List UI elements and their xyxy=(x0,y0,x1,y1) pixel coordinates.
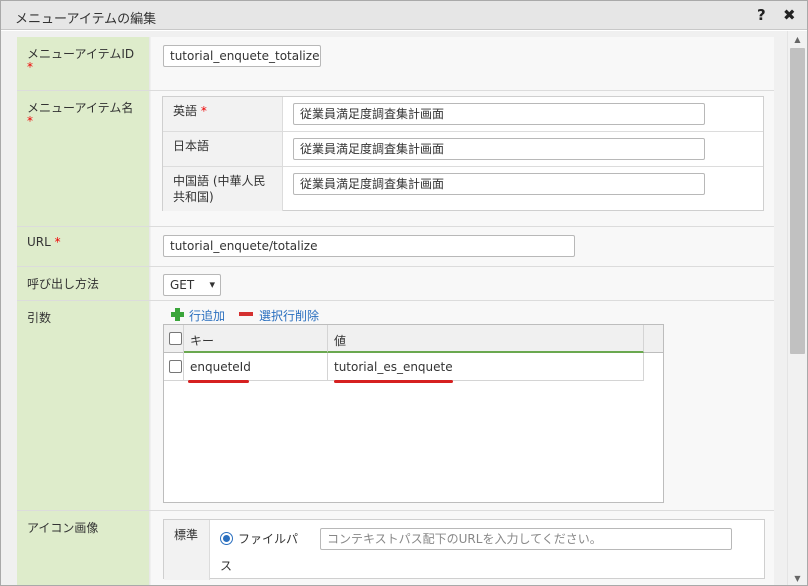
lang-label-chinese: 中国語 (中華人民 xyxy=(173,174,266,188)
row-checkbox[interactable] xyxy=(169,360,182,373)
method-select[interactable]: GET ▾ xyxy=(163,274,221,296)
file-path-radio[interactable] xyxy=(220,532,233,545)
chevron-down-icon: ▾ xyxy=(209,278,215,291)
delete-selected-rows-button[interactable]: 選択行削除 xyxy=(239,307,319,324)
dialog-content: メニューアイテムID * tutorial_enquete_totalize メ… xyxy=(1,31,787,585)
column-header-value[interactable]: 値 xyxy=(328,325,644,353)
lang-label-chinese-cont: 共和国) xyxy=(173,190,214,204)
lang-label-english: 英語 xyxy=(173,104,198,118)
dialog-scrollbar[interactable]: ▲ ▼ xyxy=(787,31,807,585)
icon-image-label: アイコン画像 xyxy=(17,511,150,585)
column-header-key[interactable]: キー xyxy=(184,325,328,353)
plus-icon xyxy=(171,308,184,321)
value-highlight-underline xyxy=(334,380,453,383)
required-mark: * xyxy=(200,104,207,118)
url-label: URL * xyxy=(17,227,150,266)
icon-path-input[interactable]: コンテキストパス配下のURLを入力してください。 xyxy=(320,528,732,550)
row-arguments: 引数 行追加 選択行削除 キー 値 enqueteId tutorial_es_… xyxy=(17,301,774,511)
item-id-input[interactable]: tutorial_enquete_totalize xyxy=(163,45,321,67)
url-input[interactable]: tutorial_enquete/totalize xyxy=(163,235,575,257)
required-mark: * xyxy=(27,114,33,128)
select-all-checkbox[interactable] xyxy=(169,332,182,345)
delete-rows-label: 選択行削除 xyxy=(259,309,320,323)
method-select-value: GET xyxy=(170,278,195,292)
name-input-english[interactable]: 従業員満足度調査集計画面 xyxy=(293,103,705,125)
file-path-option-label: ファイルパ xyxy=(238,532,299,546)
lang-row-chinese: 中国語 (中華人民 共和国) 従業員満足度調査集計画面 xyxy=(163,167,763,211)
dialog-titlebar[interactable]: メニューアイテムの編集 ? ✖ xyxy=(1,1,807,30)
row-item-name: メニューアイテム名 * 英語 * 従業員満足度調査集計画面 日本語 従業員満足度… xyxy=(17,91,774,227)
key-highlight-underline xyxy=(188,380,249,383)
scroll-up-icon[interactable]: ▲ xyxy=(788,32,807,47)
lang-row-japanese: 日本語 従業員満足度調査集計画面 xyxy=(163,132,763,167)
add-row-button[interactable]: 行追加 xyxy=(171,307,225,324)
lang-label-japanese: 日本語 xyxy=(173,139,210,153)
icon-image-table: 標準 ファイルパ ス コンテキストパス配下のURLを入力してください。 xyxy=(163,519,765,580)
table-row[interactable]: enqueteId tutorial_es_enquete xyxy=(164,353,644,381)
language-name-table: 英語 * 従業員満足度調査集計画面 日本語 従業員満足度調査集計画面 中国語 (… xyxy=(162,96,764,211)
scrollbar-thumb[interactable] xyxy=(790,48,805,354)
file-path-option-label-cont: ス xyxy=(220,559,233,573)
item-name-label: メニューアイテム名 * xyxy=(17,91,150,226)
dialog-title: メニューアイテムの編集 xyxy=(15,12,157,27)
icon-standard-label: 標準 xyxy=(174,528,199,542)
row-url: URL * tutorial_enquete/totalize xyxy=(17,227,774,267)
item-id-label: メニューアイテムID * xyxy=(17,37,150,90)
name-input-japanese[interactable]: 従業員満足度調査集計画面 xyxy=(293,138,705,160)
arg-key-cell[interactable]: enqueteId xyxy=(184,353,328,381)
edit-menu-item-dialog: メニューアイテムの編集 ? ✖ メニューアイテムID * tutorial_en… xyxy=(0,0,808,586)
method-label: 呼び出し方法 xyxy=(17,267,150,300)
grid-header: キー 値 xyxy=(164,325,663,353)
arguments-label: 引数 xyxy=(17,301,150,510)
name-input-chinese[interactable]: 従業員満足度調査集計画面 xyxy=(293,173,705,195)
help-icon[interactable]: ? xyxy=(757,6,766,24)
arg-value-cell[interactable]: tutorial_es_enquete xyxy=(328,353,644,381)
required-mark: * xyxy=(27,60,33,74)
close-icon[interactable]: ✖ xyxy=(783,6,796,24)
add-row-label: 行追加 xyxy=(189,309,226,323)
required-mark: * xyxy=(54,235,61,249)
row-item-id: メニューアイテムID * tutorial_enquete_totalize xyxy=(17,37,774,91)
arguments-grid: キー 値 enqueteId tutorial_es_enquete xyxy=(163,324,664,503)
row-method: 呼び出し方法 GET ▾ xyxy=(17,267,774,301)
minus-icon xyxy=(239,312,253,316)
scroll-down-icon[interactable]: ▼ xyxy=(788,571,807,585)
row-icon-image: アイコン画像 標準 ファイルパ ス コンテキストパス配下のURLを入力してくださ… xyxy=(17,511,774,585)
lang-row-english: 英語 * 従業員満足度調査集計画面 xyxy=(163,97,763,132)
